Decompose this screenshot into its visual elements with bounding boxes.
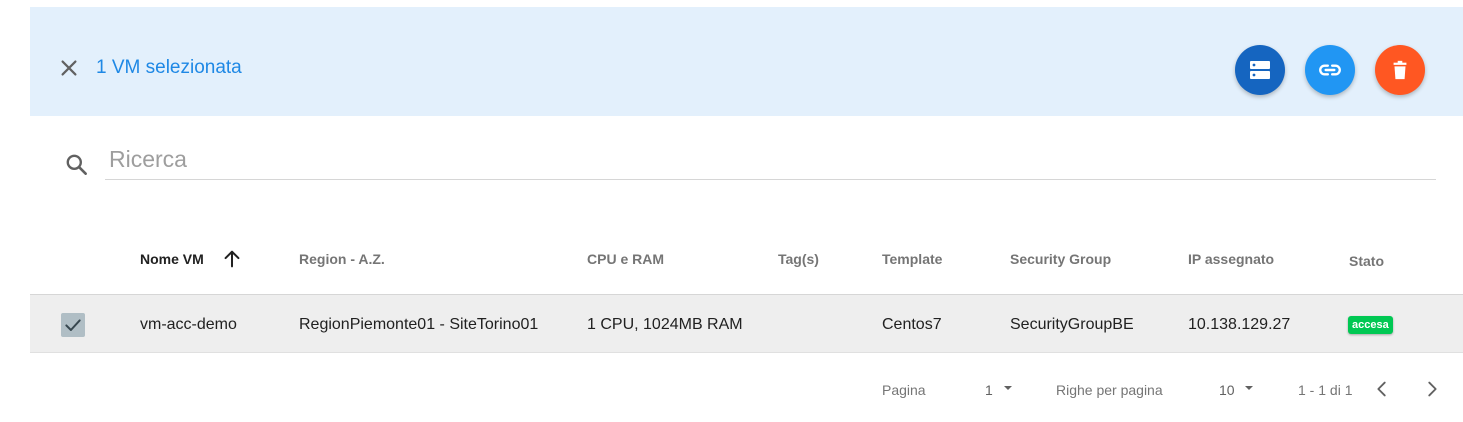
- selection-toolbar: 1 VM selezionata: [30, 7, 1463, 116]
- rows-dropdown-icon[interactable]: [1241, 380, 1257, 396]
- column-header-nome-vm[interactable]: Nome VM: [140, 251, 204, 267]
- column-header-cpu-ram[interactable]: CPU e RAM: [587, 251, 664, 267]
- vm-list-page: 1 VM selezionata Ricerca Nome VM Region …: [0, 0, 1463, 422]
- cell-vm-name: vm-acc-demo: [140, 316, 237, 333]
- chevron-left-icon[interactable]: [1371, 378, 1393, 400]
- rows-per-page-value[interactable]: 10: [1219, 382, 1235, 398]
- link-icon: [1319, 64, 1341, 76]
- cell-region: RegionPiemonte01 - SiteTorino01: [299, 316, 539, 333]
- page-select-value[interactable]: 1: [985, 382, 993, 398]
- cell-template: Centos7: [882, 316, 942, 333]
- column-header-security-group[interactable]: Security Group: [1010, 251, 1111, 267]
- server-icon: [1250, 61, 1270, 79]
- column-header-ip[interactable]: IP assegnato: [1188, 251, 1274, 267]
- column-header-stato[interactable]: Stato: [1349, 253, 1384, 269]
- page-dropdown-icon[interactable]: [1000, 380, 1016, 396]
- table-row[interactable]: vm-acc-demo RegionPiemonte01 - SiteTorin…: [30, 294, 1463, 353]
- search-icon: [64, 152, 90, 178]
- selection-count: 1 VM selezionata: [96, 57, 242, 78]
- rows-per-page-label: Righe per pagina: [1056, 382, 1163, 398]
- row-checkbox[interactable]: [61, 313, 85, 337]
- column-header-tags[interactable]: Tag(s): [778, 251, 819, 267]
- link-action-button[interactable]: [1305, 45, 1355, 95]
- cell-security-group: SecurityGroupBE: [1010, 316, 1134, 333]
- cell-ip: 10.138.129.27: [1188, 316, 1291, 333]
- pagination-range: 1 - 1 di 1: [1298, 382, 1353, 398]
- search-input[interactable]: [105, 145, 1436, 180]
- close-icon[interactable]: [58, 57, 80, 79]
- checkmark-icon: [65, 319, 81, 331]
- server-action-button[interactable]: [1235, 45, 1285, 95]
- status-badge: accesa: [1348, 316, 1393, 334]
- column-header-template[interactable]: Template: [882, 251, 942, 267]
- trash-icon: [1393, 60, 1407, 80]
- cell-cpu-ram: 1 CPU, 1024MB RAM: [587, 316, 743, 333]
- column-header-region[interactable]: Region - A.Z.: [299, 251, 385, 267]
- delete-action-button[interactable]: [1375, 45, 1425, 95]
- sort-ascending-icon[interactable]: [221, 248, 243, 270]
- page-label: Pagina: [882, 382, 926, 398]
- chevron-right-icon[interactable]: [1421, 378, 1443, 400]
